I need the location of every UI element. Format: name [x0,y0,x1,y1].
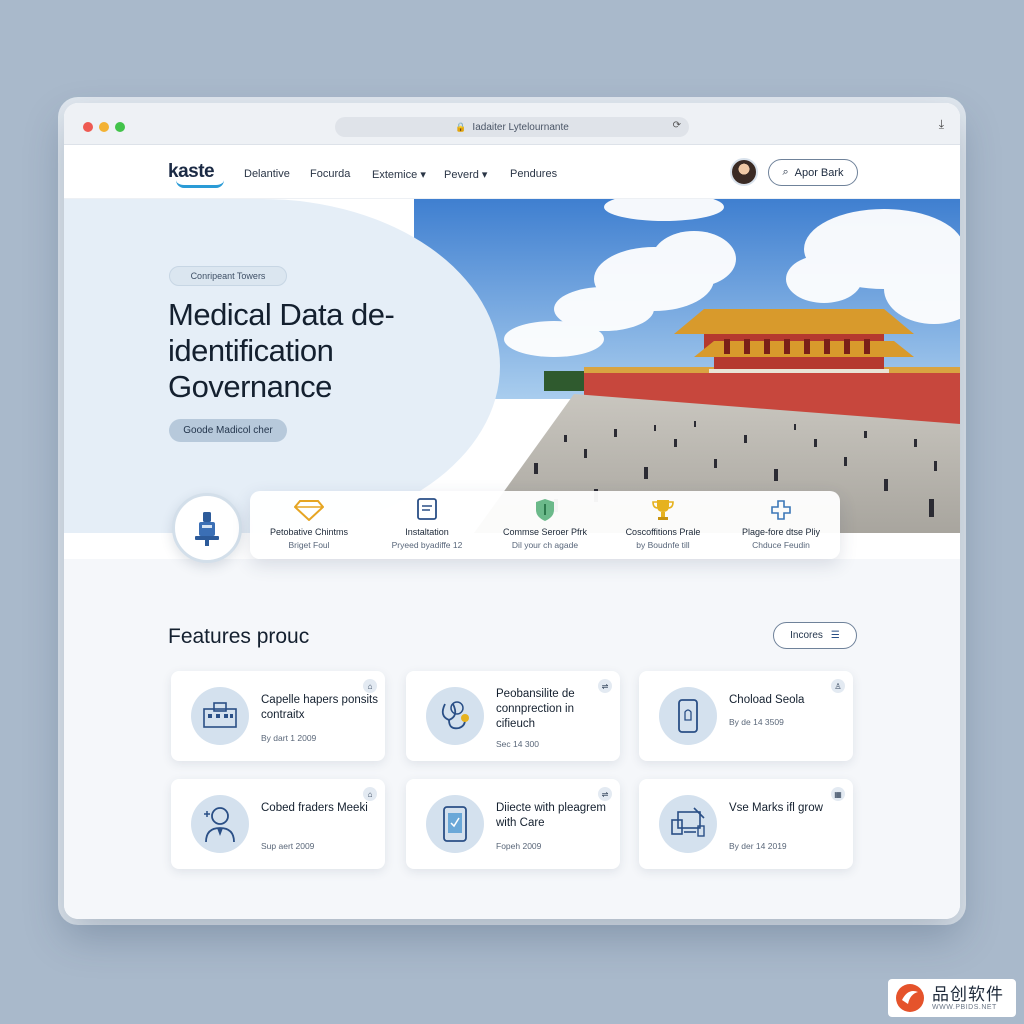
avatar[interactable] [730,158,758,186]
watermark-icon [896,984,924,1012]
feature-card[interactable]: Choload Seola By de 14 3509 ♙ [639,671,853,761]
bookmark-icon[interactable]: ♙ [831,679,845,693]
chevron-down-icon: ▾ [481,169,488,181]
reload-icon[interactable]: ⟳ [673,120,681,131]
watermark-url-text: WWW.PBIDS.NET [932,1003,997,1011]
phone-icon [659,687,717,745]
highlight-item[interactable]: Coscoffitions Prale by Boudnfe till [604,497,722,550]
home-icon[interactable]: ⌂ [363,679,377,693]
minimize-window-button[interactable] [99,122,109,132]
close-window-button[interactable] [83,122,93,132]
highlight-item[interactable]: Instaltation Pryeed byadiffe 12 [368,497,486,550]
watermark-cn-text: 品创软件 [932,984,1004,1004]
home-icon[interactable]: ⌂ [363,787,377,801]
doctor-icon [191,795,249,853]
nav-link-5[interactable]: Pendures [510,168,557,180]
plus-icon [722,497,840,523]
nav-link-3[interactable]: Extemice ▾ [372,168,426,181]
stethoscope-icon [426,687,484,745]
feature-card[interactable]: Capelle hapers ponsits contraitx By dart… [171,671,385,761]
watermark-logo: 品创软件 WWW.PBIDS.NET [888,979,1016,1017]
link-icon[interactable]: ⇌ [598,679,612,693]
search-icon: ⌕ [782,166,789,178]
features-heading: Features prouc [168,625,310,648]
document-icon [368,497,486,523]
hero-cta-button[interactable]: Goode Madicol cher [169,419,287,442]
chevron-down-icon: ▾ [420,169,426,181]
browser-titlebar: 🔒 Iadaiter Lytelournante ⟳ ⤓ [64,103,960,145]
diamond-icon [250,497,368,523]
nav-link-1[interactable]: Delantive [244,168,290,180]
devices-icon [659,795,717,853]
trophy-icon [604,497,722,523]
feature-card[interactable]: Vse Marks ifl grow By der 14 2019 ▦ [639,779,853,869]
medical-badge [172,493,242,563]
highlight-item[interactable]: Plage-fore dtse Pliy Chduce Feudin [722,497,840,550]
list-icon: ☰ [830,630,840,641]
highlight-item[interactable]: Commse Seroer Pfrk Dil your ch agade [486,497,604,550]
shield-icon [486,497,604,523]
feature-card[interactable]: Peobansilite de connprection in cifieuch… [406,671,620,761]
hero-tag: Conripeant Towers [169,266,287,286]
logo-swoosh-icon [176,180,224,188]
lock-icon: 🔒 [455,121,467,132]
maximize-window-button[interactable] [115,122,125,132]
highlights-strip: Petobative Chintms Briget Foul Instaltat… [250,491,840,559]
feature-card[interactable]: Diiecte with pleagrem with Care Fopeh 20… [406,779,620,869]
site-navbar: kaste Delantive Focurda Extemice ▾ Pever… [64,145,960,199]
page-title: Medical Data de-identification Governanc… [168,297,395,404]
lab-tower-icon [195,512,219,546]
url-text: Iadaiter Lytelournante [472,121,569,133]
feature-card[interactable]: Cobed fraders Meeki Sup aert 2009 ⌂ [171,779,385,869]
highlight-item[interactable]: Petobative Chintms Briget Foul [250,497,368,550]
hospital-icon [191,687,249,745]
address-bar[interactable]: 🔒 Iadaiter Lytelournante ⟳ [335,117,689,137]
link-icon[interactable]: ⇌ [598,787,612,801]
tablet-icon [426,795,484,853]
nav-link-4[interactable]: Peverd ▾ [444,168,487,181]
nav-link-2[interactable]: Focurda [310,168,350,180]
grid-icon[interactable]: ▦ [831,787,845,801]
download-icon[interactable]: ⤓ [939,117,944,132]
browser-window: 🔒 Iadaiter Lytelournante ⟳ ⤓ kaste Delan… [64,103,960,919]
incomes-button[interactable]: Incores ☰ [773,622,857,649]
nav-action-button[interactable]: ⌕ Apor Bark [768,159,858,186]
